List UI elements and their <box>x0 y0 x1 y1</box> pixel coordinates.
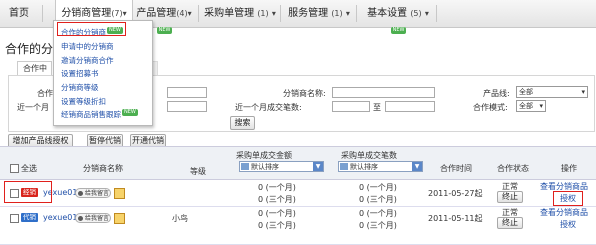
col-coop-time: 合作时间 <box>440 164 472 173</box>
terminate-button[interactable]: 终止 <box>497 217 523 229</box>
sort-icon <box>340 163 348 170</box>
leave-message-button[interactable]: 给我留言 <box>75 213 111 223</box>
tab-basic-settings[interactable]: 基本设置 (5) ▾ NEW <box>362 0 434 34</box>
table-row: 代销 yexue01 给我留言 小鸟 0 (一个月) 0 (三个月) 0 (一个… <box>0 207 596 245</box>
chevron-down-icon: ▾ <box>345 9 350 18</box>
nav-divider <box>280 5 281 22</box>
menu-item-invite-distributor[interactable]: 邀请分销商合作 <box>61 55 114 66</box>
new-badge: NEW <box>156 27 173 34</box>
chevron-down-icon: ▾ <box>271 9 276 18</box>
chevron-down-icon: ▾ <box>424 9 429 18</box>
chevron-down-icon: ▼ <box>313 162 323 171</box>
calendar-icon[interactable] <box>114 213 125 224</box>
amount-sort-value: 默认排序 <box>251 163 279 171</box>
count-sort-value: 默认排序 <box>350 163 378 171</box>
distributor-name-link[interactable]: yexue01 <box>43 213 77 222</box>
amount-quarter: 0 (三个月) <box>258 221 296 230</box>
count-month: 0 (一个月) <box>359 209 397 218</box>
trade-label: 近一个月 <box>17 103 49 112</box>
nav-divider <box>42 5 43 22</box>
count-sort-select[interactable]: 默认排序 ▼ <box>338 161 423 172</box>
count-month: 0 (一个月) <box>359 183 397 192</box>
tab-home[interactable]: 首页 <box>4 0 34 27</box>
new-badge: NEW <box>122 109 138 116</box>
tab-product-label: 产品管理 <box>136 8 177 19</box>
menu-item-recruitment-letter[interactable]: 设置招募书 <box>61 68 99 79</box>
tab-settings-count: (5) <box>410 9 422 18</box>
tab-purchase-label: 采购单管理 <box>204 8 255 19</box>
coop-mode-select[interactable]: 全部 <box>516 100 546 112</box>
tab-service-management[interactable]: 服务管理 (1) ▾ <box>285 0 353 27</box>
amount-month: 0 (一个月) <box>258 183 296 192</box>
coop-field[interactable] <box>167 87 207 98</box>
highlight-box <box>57 22 126 36</box>
leave-message-button[interactable]: 给我留言 <box>75 188 111 198</box>
search-button[interactable]: 搜索 <box>230 116 255 130</box>
tab-settings-label: 基本设置 <box>367 8 408 19</box>
new-badge: NEW <box>390 27 407 34</box>
authorize-link[interactable]: 授权 <box>560 219 576 230</box>
chevron-down-icon: ▼ <box>412 162 422 171</box>
col-coop-status: 合作状态 <box>497 164 529 173</box>
count-quarter: 0 (三个月) <box>359 221 397 230</box>
count-quarter: 0 (三个月) <box>359 195 397 204</box>
distribution-type-badge: 代销 <box>21 213 38 222</box>
sort-icon <box>241 163 249 170</box>
table-header: 全选 分销商名称 等级 采购单成交金额 默认排序 ▼ 采购单成交笔数 默认排序 ▼ … <box>0 146 596 180</box>
tab-distributor-count: (7) <box>111 9 123 18</box>
distributor-level: 小鸟 <box>172 214 188 223</box>
distributor-name-input[interactable] <box>332 87 435 98</box>
col-purchase-count: 采购单成交笔数 <box>341 151 397 160</box>
tab-home-label: 首页 <box>9 8 29 19</box>
calendar-icon[interactable] <box>114 188 125 199</box>
tab-service-count: (1) <box>331 9 343 18</box>
nav-divider <box>436 5 437 22</box>
menu-item-sales-tracking[interactable]: 经销商品销售跟踪 NEW <box>61 109 138 120</box>
trade-count-label: 近一个月成交笔数: <box>235 103 302 112</box>
amount-sort-select[interactable]: 默认排序 ▼ <box>239 161 324 172</box>
coop-label: 合作 <box>37 89 53 98</box>
col-level: 等级 <box>190 167 206 176</box>
menu-item-distributor-level[interactable]: 分销商等级 <box>61 82 99 93</box>
coop-mode-label: 合作模式: <box>473 103 508 112</box>
terminate-button[interactable]: 终止 <box>497 191 523 203</box>
col-purchase-amount: 采购单成交金额 <box>236 151 292 160</box>
amount-quarter: 0 (三个月) <box>258 195 296 204</box>
distributor-name-label: 分销商名称: <box>283 89 326 98</box>
tab-distributor-label: 分销商管理 <box>61 8 112 19</box>
tab-purchase-count: (1) <box>257 9 269 18</box>
chevron-down-icon: ▾ <box>122 9 127 18</box>
table-row: 经销 yexue01 给我留言 0 (一个月) 0 (三个月) 0 (一个月) … <box>0 179 596 207</box>
product-line-select[interactable]: 全部 <box>516 86 588 98</box>
trade-count-min-input[interactable] <box>332 101 370 112</box>
row-checkbox[interactable] <box>10 214 19 223</box>
coop-time: 2011-05-11起 <box>428 214 483 223</box>
tab-purchase-order-management[interactable]: 采购单管理 (1) ▾ <box>204 0 276 27</box>
page-title: 合作的分 <box>5 42 54 56</box>
menu-item-level-discount[interactable]: 设置等级折扣 <box>61 96 106 107</box>
view-distribution-products-link[interactable]: 查看分销商品 <box>540 207 588 218</box>
tab-product-count: (4) <box>176 9 188 18</box>
trade-count-max-input[interactable] <box>385 101 435 112</box>
menu-item-applying-distributors[interactable]: 申请中的分销商 <box>61 41 114 52</box>
select-all-checkbox[interactable] <box>10 164 19 173</box>
highlight-box <box>4 181 52 203</box>
nav-divider <box>198 5 199 22</box>
col-distributor-name: 分销商名称 <box>83 164 123 173</box>
chevron-down-icon: ▾ <box>187 9 192 18</box>
amount-month: 0 (一个月) <box>258 209 296 218</box>
tab-cooperating[interactable]: 合作中 <box>17 61 52 76</box>
highlight-box <box>553 191 583 206</box>
tab-service-label: 服务管理 <box>288 8 329 19</box>
col-operations: 操作 <box>561 164 577 173</box>
coop-time: 2011-05-27起 <box>428 189 483 198</box>
select-all-label: 全选 <box>21 164 37 173</box>
range-to-label: 至 <box>373 103 381 112</box>
menu-item-label: 经销商品销售跟踪 <box>61 110 121 119</box>
trade-field[interactable] <box>167 101 207 112</box>
nav-divider <box>356 5 357 22</box>
product-line-label: 产品线: <box>483 89 510 98</box>
